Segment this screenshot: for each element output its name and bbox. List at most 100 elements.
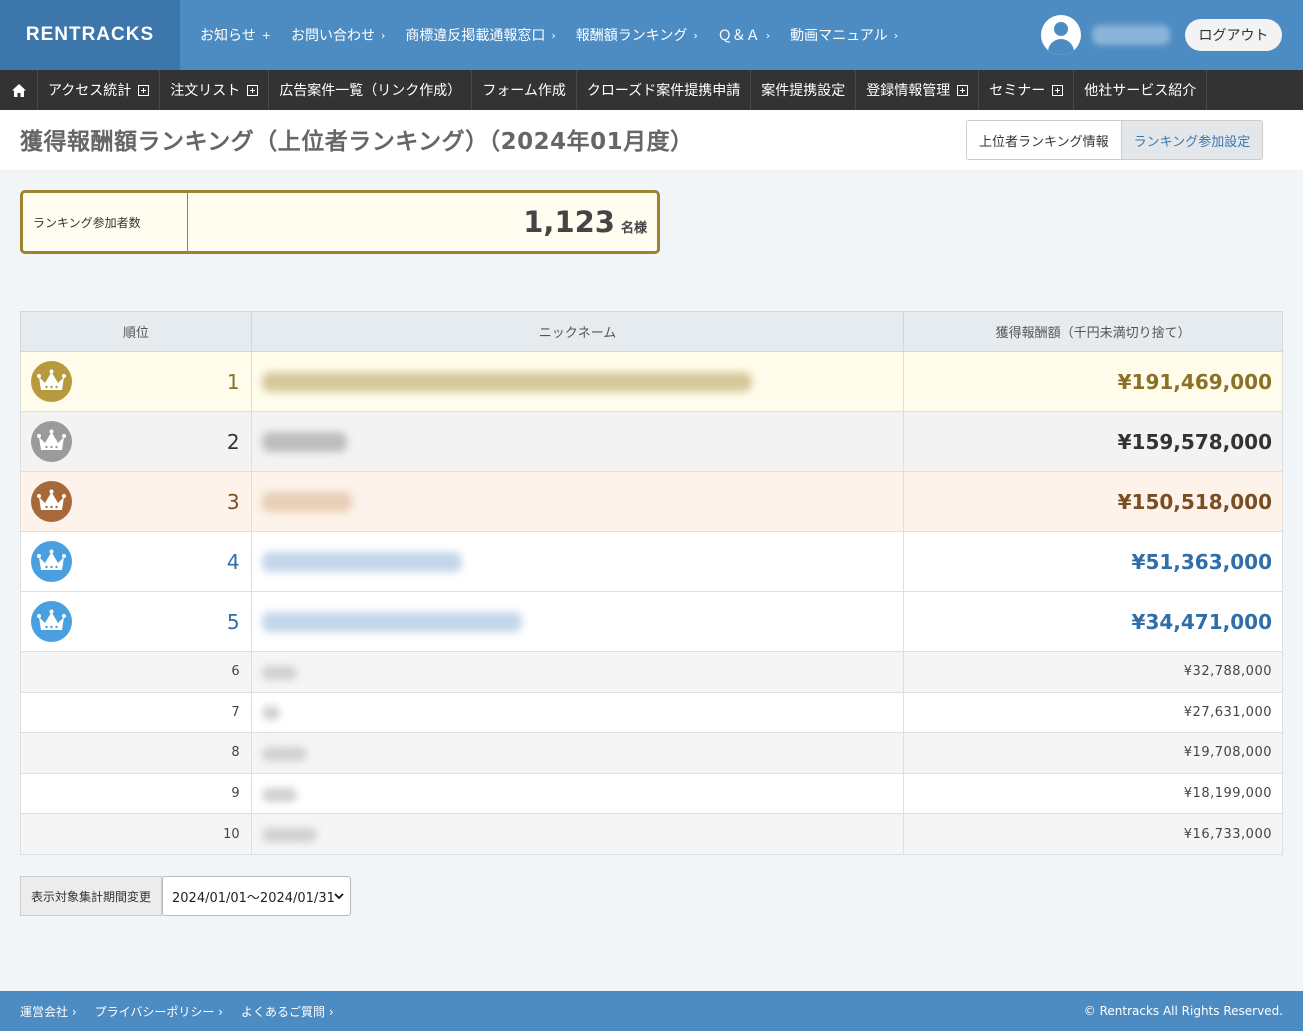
nav-form-create[interactable]: フォーム作成 xyxy=(472,70,577,110)
nickname-redacted xyxy=(261,665,297,680)
nav-closed-apply[interactable]: クローズド案件提携申請 xyxy=(577,70,752,110)
rank-cell: 8 xyxy=(20,732,252,774)
amount-cell: ¥191,469,000 xyxy=(903,351,1283,412)
expand-icon xyxy=(138,84,150,96)
footer-link-privacy[interactable]: プライバシーポリシー › xyxy=(95,1003,223,1020)
chevron-right-icon: › xyxy=(893,28,899,42)
rank-cell: 1 xyxy=(20,351,252,412)
amount-cell: ¥16,733,000 xyxy=(903,813,1283,855)
rank-number: 6 xyxy=(231,664,240,680)
header-amount: 獲得報酬額（千円未満切り捨て） xyxy=(903,311,1283,352)
tab-top-ranking-info[interactable]: 上位者ランキング情報 xyxy=(967,121,1122,159)
rank-number: 5 xyxy=(226,609,240,634)
user-avatar-icon[interactable] xyxy=(1041,15,1081,55)
amount-cell: ¥51,363,000 xyxy=(903,531,1283,592)
top-nav-item-ranking[interactable]: 報酬額ランキング › xyxy=(576,25,698,45)
chevron-right-icon: › xyxy=(380,28,386,42)
rank-cell: 4 xyxy=(20,531,252,592)
crown-icon xyxy=(31,421,72,462)
user-name-redacted xyxy=(1092,25,1170,45)
rank-cell: 10 xyxy=(20,813,252,855)
tab-ranking-participation-settings[interactable]: ランキング参加設定 xyxy=(1121,121,1263,159)
table-row: 10 ¥16,733,000 xyxy=(20,813,1283,855)
rank-cell: 3 xyxy=(20,471,252,532)
nav-order-list[interactable]: 注文リスト xyxy=(160,70,270,110)
logo-area[interactable]: RENTRACKS xyxy=(0,0,180,70)
header-nickname: ニックネーム xyxy=(250,311,905,352)
nickname-redacted xyxy=(261,371,752,392)
crown-icon xyxy=(31,361,72,402)
change-period-button[interactable]: 表示対象集計期間変更 xyxy=(20,876,162,916)
amount-cell: ¥150,518,000 xyxy=(903,471,1283,532)
rank-cell: 6 xyxy=(20,651,252,693)
participant-count-box: ランキング参加者数 1,123 名様 xyxy=(20,190,660,254)
home-button[interactable] xyxy=(0,70,38,110)
rank-cell: 7 xyxy=(20,691,252,734)
main-nav: アクセス統計 注文リスト 広告案件一覧（リンク作成） フォーム作成 クローズド案… xyxy=(0,70,1303,110)
amount-cell: ¥18,199,000 xyxy=(903,772,1283,815)
ranking-table: 順位 ニックネーム 獲得報酬額（千円未満切り捨て） 1 ¥191,469,000 2… xyxy=(20,311,1283,855)
nickname-cell xyxy=(250,772,905,815)
table-row: 5 ¥34,471,000 xyxy=(20,591,1283,652)
nickname-cell xyxy=(250,351,905,412)
expand-icon xyxy=(957,84,969,96)
nav-other-services[interactable]: 他社サービス紹介 xyxy=(1074,70,1208,110)
logout-button[interactable]: ログアウト xyxy=(1185,19,1282,51)
participant-count-unit: 名様 xyxy=(620,220,647,236)
table-row: 9 ¥18,199,000 xyxy=(20,772,1283,815)
nav-access-stats[interactable]: アクセス統計 xyxy=(38,70,161,110)
nickname-redacted xyxy=(261,828,317,843)
crown-icon xyxy=(31,601,72,642)
top-nav: お知らせ + お問い合わせ › 商標違反掲載通報窓口 › 報酬額ランキング › Ｑ＆Ａ ›… xyxy=(200,0,918,70)
copyright: © Rentracks All Rights Reserved. xyxy=(1083,1004,1283,1018)
top-nav-item-video-manual[interactable]: 動画マニュアル › xyxy=(790,25,898,45)
nickname-redacted xyxy=(261,551,462,572)
table-row: 1 ¥191,469,000 xyxy=(20,351,1283,412)
top-nav-item-contact[interactable]: お問い合わせ › xyxy=(291,25,385,45)
period-select-value: 2024/01/01～2024/01/31 xyxy=(172,890,335,906)
ranking-tabs: 上位者ランキング情報 ランキング参加設定 xyxy=(966,120,1264,160)
rank-cell: 9 xyxy=(20,772,252,815)
top-nav-item-trademark-report[interactable]: 商標違反掲載通報窓口 › xyxy=(405,25,555,45)
rank-cell: 2 xyxy=(20,411,252,472)
nav-seminar[interactable]: セミナー xyxy=(979,70,1075,110)
nav-registration-info[interactable]: 登録情報管理 xyxy=(856,70,980,110)
rank-number: 4 xyxy=(226,549,240,574)
top-nav-item-news[interactable]: お知らせ + xyxy=(200,25,271,45)
nav-partnership-settings[interactable]: 案件提携設定 xyxy=(751,70,857,110)
rank-number: 10 xyxy=(223,826,240,842)
home-icon xyxy=(11,83,26,97)
nickname-redacted xyxy=(261,746,307,761)
chevron-right-icon: › xyxy=(765,28,771,42)
footer-link-company[interactable]: 運営会社 › xyxy=(20,1003,77,1020)
crown-icon xyxy=(31,541,72,582)
nickname-cell xyxy=(250,411,905,472)
period-select[interactable]: 2024/01/01～2024/01/31 xyxy=(162,876,351,916)
rank-number: 2 xyxy=(226,429,240,454)
nickname-redacted xyxy=(261,706,280,721)
table-row: 4 ¥51,363,000 xyxy=(20,531,1283,592)
amount-cell: ¥34,471,000 xyxy=(903,591,1283,652)
header-rank: 順位 xyxy=(20,311,252,352)
plus-icon: + xyxy=(261,28,271,42)
rank-number: 3 xyxy=(226,489,240,514)
page-title: 獲得報酬額ランキング（上位者ランキング）（2024年01月度） xyxy=(20,129,694,155)
nickname-redacted xyxy=(261,431,347,452)
rank-cell: 5 xyxy=(20,591,252,652)
table-header-row: 順位 ニックネーム 獲得報酬額（千円未満切り捨て） xyxy=(20,311,1283,352)
footer-link-faq[interactable]: よくあるご質問 › xyxy=(241,1003,334,1020)
amount-cell: ¥19,708,000 xyxy=(903,732,1283,774)
nickname-cell xyxy=(250,813,905,855)
amount-cell: ¥159,578,000 xyxy=(903,411,1283,472)
rank-number: 1 xyxy=(226,369,240,394)
nav-ad-list[interactable]: 広告案件一覧（リンク作成） xyxy=(269,70,473,110)
table-row: 7 ¥27,631,000 xyxy=(20,691,1283,734)
top-header: RENTRACKS お知らせ + お問い合わせ › 商標違反掲載通報窓口 › 報酬額ラ… xyxy=(0,0,1303,70)
table-row: 2 ¥159,578,000 xyxy=(20,411,1283,472)
nickname-redacted xyxy=(261,491,352,512)
crown-icon xyxy=(31,481,72,522)
nickname-cell xyxy=(250,691,905,734)
top-nav-item-qa[interactable]: Ｑ＆Ａ › xyxy=(718,25,770,45)
chevron-right-icon: › xyxy=(693,28,698,42)
nickname-redacted xyxy=(261,787,297,802)
